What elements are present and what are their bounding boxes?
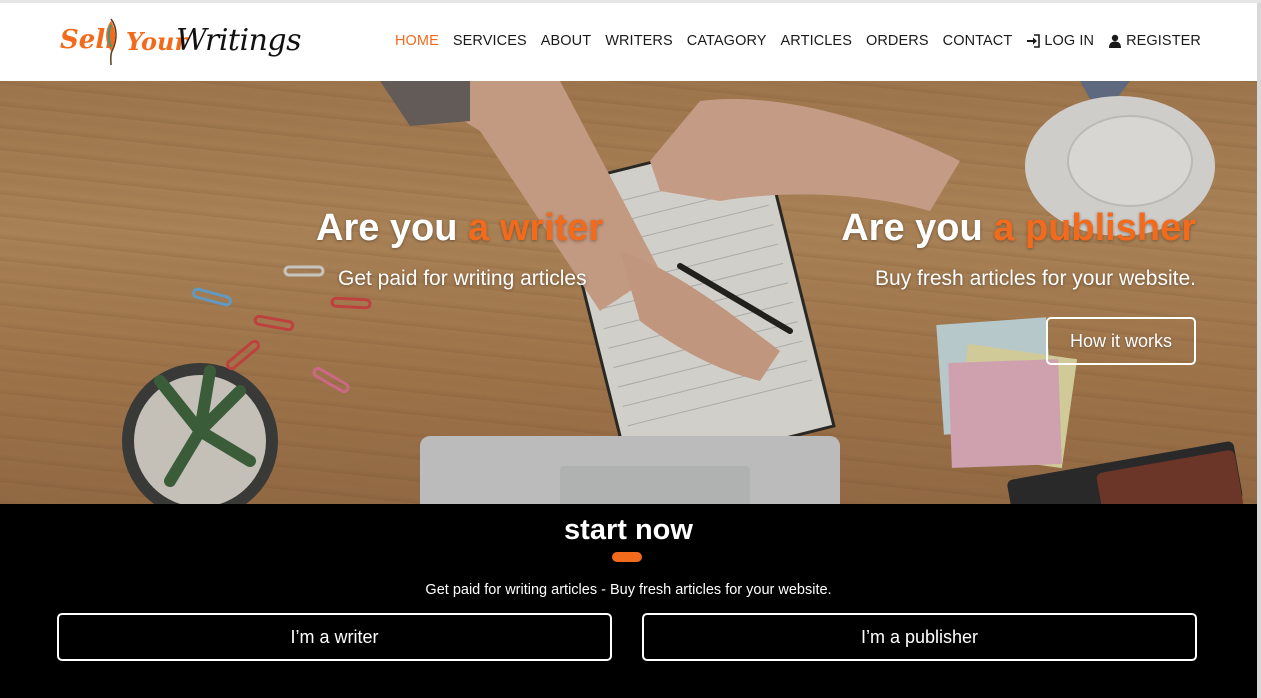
nav-contact[interactable]: CONTACT: [943, 33, 1013, 49]
logo-writings-text: Writings: [176, 23, 302, 58]
im-a-publisher-button[interactable]: I’m a publisher: [642, 613, 1197, 661]
hero-banner: Are you a writer Get paid for writing ar…: [0, 81, 1257, 504]
how-it-works-button[interactable]: How it works: [1046, 317, 1196, 365]
nav-home[interactable]: HOME: [395, 33, 439, 49]
nav-writers-label: WRITERS: [605, 33, 673, 49]
nav-articles-label: ARTICLES: [780, 33, 852, 49]
nav-catagory[interactable]: CATAGORY: [687, 33, 767, 49]
publisher-heading-accent: a publisher: [993, 207, 1196, 249]
writer-heading-prefix: Are you: [316, 207, 469, 249]
nav-register-label: REGISTER: [1126, 33, 1201, 49]
nav-catagory-label: CATAGORY: [686, 33, 767, 49]
main-nav: HOME SERVICES ABOUT WRITERS CATAGORY ART…: [381, 33, 1201, 49]
nav-articles[interactable]: ARTICLES: [781, 33, 852, 49]
title-underline-accent: [612, 552, 642, 562]
start-now-subtitle: Get paid for writing articles - Buy fres…: [425, 582, 832, 598]
writer-subheading: Get paid for writing articles: [338, 267, 587, 290]
feather-logo-icon: [106, 18, 117, 66]
writer-heading-accent: a writer: [468, 207, 604, 249]
hero-overlay: [0, 81, 1257, 504]
site-header: Sell Your Writings HOME SERVICES ABOUT W…: [0, 3, 1257, 81]
im-a-writer-button[interactable]: I’m a writer: [57, 613, 612, 661]
nav-register[interactable]: REGISTER: [1108, 33, 1201, 49]
start-now-section: start now Get paid for writing articles …: [0, 504, 1257, 698]
nav-orders-label: ORDERS: [865, 33, 929, 49]
nav-home-label: HOME: [394, 33, 439, 49]
nav-services[interactable]: SERVICES: [453, 33, 527, 49]
nav-login[interactable]: LOG IN: [1026, 33, 1094, 49]
nav-contact-label: CONTACT: [942, 33, 1013, 49]
nav-orders[interactable]: ORDERS: [866, 33, 929, 49]
publisher-heading: Are you a publisher: [841, 207, 1196, 250]
nav-services-label: SERVICES: [452, 33, 527, 49]
user-icon: [1109, 34, 1122, 48]
publisher-heading-prefix: Are you: [841, 207, 994, 249]
nav-login-label: LOG IN: [1044, 33, 1095, 49]
page-scrollbar[interactable]: [1257, 3, 1261, 698]
nav-writers[interactable]: WRITERS: [605, 33, 673, 49]
login-icon: [1027, 34, 1041, 48]
site-logo[interactable]: Sell Your Writings: [58, 15, 302, 71]
start-now-title: start now: [564, 514, 693, 546]
nav-about-label: ABOUT: [540, 33, 592, 49]
publisher-subheading: Buy fresh articles for your website.: [875, 267, 1196, 290]
writer-heading: Are you a writer: [316, 207, 603, 250]
nav-about[interactable]: ABOUT: [541, 33, 591, 49]
